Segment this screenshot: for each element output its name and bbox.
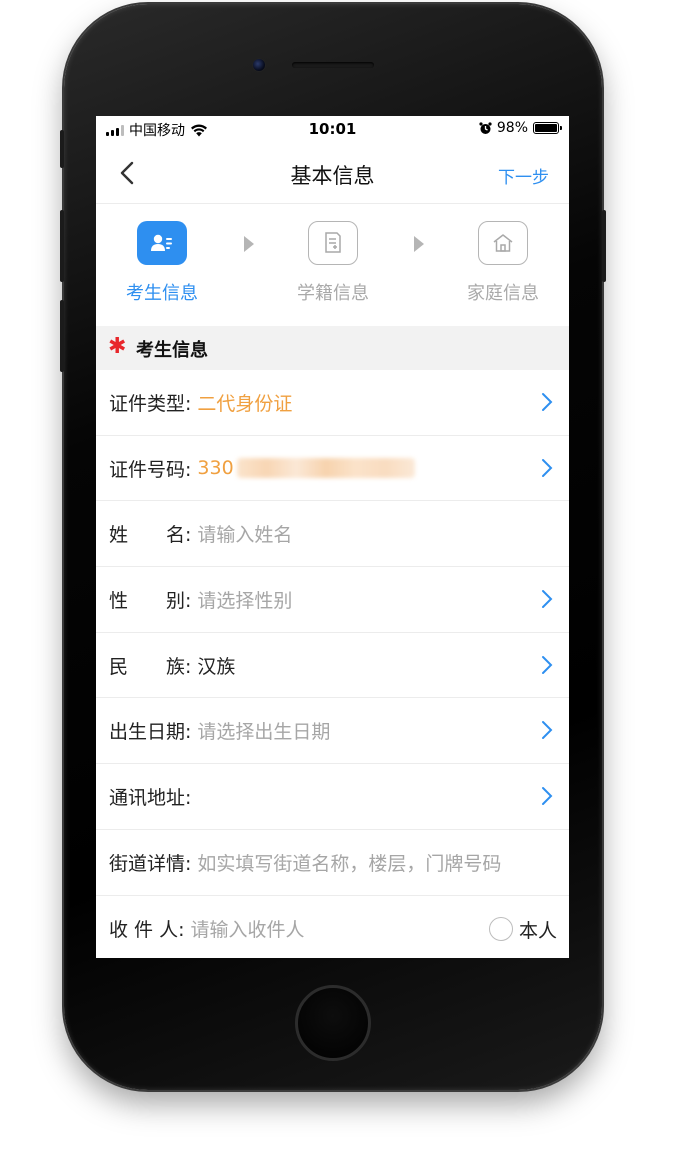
recipient-row[interactable]: 收 件 人: 请输入收件人 本人 — [96, 896, 569, 959]
battery-percent: 98% — [496, 120, 528, 136]
chevron-right-icon — [542, 721, 553, 740]
step-icon-box — [308, 221, 358, 265]
name-input[interactable]: 请输入姓名 — [197, 520, 292, 547]
address-row[interactable]: 通讯地址: — [96, 764, 569, 830]
field-label: 证件号码: — [109, 458, 192, 481]
self-radio-label: 本人 — [518, 919, 557, 942]
street-input[interactable]: 如实填写街道名称，楼层，门牌号码 — [197, 849, 501, 876]
mute-switch — [60, 130, 64, 168]
step-icon-box — [478, 221, 528, 265]
birthdate-select[interactable]: 请选择出生日期 — [197, 717, 330, 744]
field-label: 收 件 人: — [109, 918, 185, 941]
id-number-row[interactable]: 证件号码: 330 — [96, 436, 569, 502]
chevron-right-icon — [542, 787, 553, 806]
gender-select[interactable]: 请选择性别 — [197, 586, 292, 613]
id-type-row[interactable]: 证件类型: 二代身份证 — [96, 370, 569, 436]
field-label: 民 族: — [109, 655, 192, 678]
required-star-icon: ✱ — [108, 334, 127, 359]
field-label: 证件类型: — [109, 392, 192, 415]
step-student-info[interactable]: 考生信息 — [107, 221, 217, 305]
step-school-info[interactable]: 学籍信息 — [278, 221, 388, 305]
field-label: 街道详情: — [109, 852, 192, 875]
home-button[interactable] — [295, 985, 371, 1061]
field-label: 姓 名: — [109, 524, 192, 547]
chevron-right-icon — [542, 590, 553, 609]
self-radio-option[interactable]: 本人 — [488, 916, 557, 943]
app-screen: 中国移动 10:01 98% 基本信息 下一步 考生信息 学籍信息 家庭信息 ✱… — [96, 116, 569, 958]
birthdate-row[interactable]: 出生日期: 请选择出生日期 — [96, 698, 569, 765]
volume-down-button — [60, 300, 64, 372]
status-right: 98% — [479, 120, 562, 136]
chevron-right-icon — [542, 393, 553, 411]
id-number-value: 330 — [197, 457, 234, 480]
field-label: 通讯地址: — [109, 786, 192, 809]
step-indicator: 考生信息 学籍信息 家庭信息 — [96, 204, 569, 326]
step-arrow-icon — [244, 236, 254, 252]
gender-row[interactable]: 性 别: 请选择性别 — [96, 567, 569, 633]
redacted-id-number — [236, 458, 415, 479]
form-list: 证件类型: 二代身份证 证件号码: 330 姓 名: 请输入姓名 性 别: 请选… — [96, 370, 569, 958]
street-row[interactable]: 街道详情: 如实填写街道名称，楼层，门牌号码 — [96, 830, 569, 896]
chevron-right-icon — [542, 458, 553, 477]
step-label: 考生信息 — [126, 283, 198, 304]
section-title: 考生信息 — [136, 340, 208, 361]
next-step-button[interactable]: 下一步 — [498, 163, 549, 188]
front-camera — [252, 58, 266, 72]
status-bar: 中国移动 10:01 98% — [96, 116, 569, 142]
battery-icon — [533, 122, 562, 134]
student-card-icon — [151, 234, 172, 251]
section-header: ✱ 考生信息 — [96, 326, 569, 370]
step-icon-box — [137, 221, 187, 265]
id-type-value: 二代身份证 — [197, 392, 293, 415]
earpiece-speaker — [292, 62, 374, 68]
document-add-icon — [325, 232, 341, 253]
battery-fill — [535, 124, 557, 132]
step-label: 家庭信息 — [467, 283, 539, 304]
ethnicity-row[interactable]: 民 族: 汉族 — [96, 633, 569, 699]
nav-bar: 基本信息 下一步 — [96, 142, 569, 204]
step-arrow-icon — [414, 236, 424, 252]
self-radio[interactable] — [488, 917, 513, 941]
volume-up-button — [60, 210, 64, 282]
home-icon — [493, 234, 513, 252]
chevron-right-icon — [542, 655, 553, 674]
field-label: 出生日期: — [109, 721, 192, 744]
alarm-icon — [479, 121, 492, 134]
ethnicity-value: 汉族 — [197, 655, 236, 678]
recipient-input[interactable]: 请输入收件人 — [190, 915, 304, 942]
field-label: 性 别: — [109, 589, 192, 612]
step-family-info[interactable]: 家庭信息 — [448, 221, 558, 305]
step-label: 学籍信息 — [297, 283, 369, 304]
power-button — [602, 210, 606, 282]
name-row[interactable]: 姓 名: 请输入姓名 — [96, 501, 569, 568]
